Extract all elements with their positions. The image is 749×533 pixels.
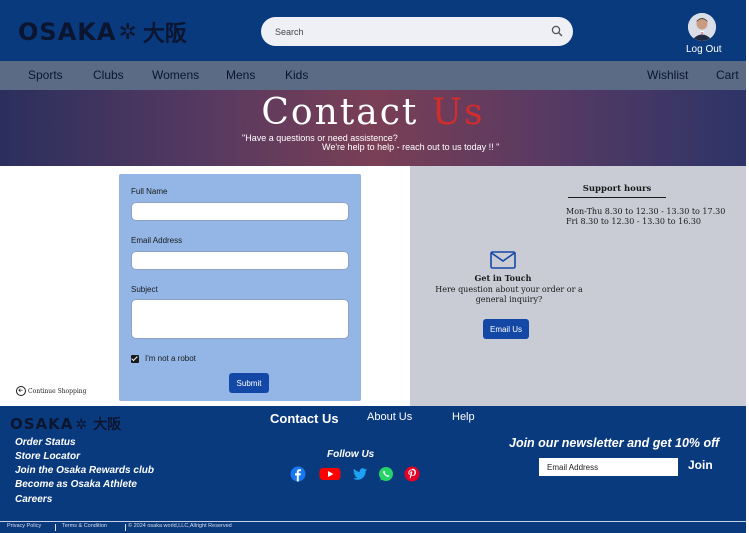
search-input[interactable] [275, 23, 535, 40]
email-us-button[interactable]: Email Us [483, 319, 529, 339]
newsletter-email-input[interactable] [539, 458, 678, 476]
footer-tab-help[interactable]: Help [452, 411, 475, 423]
get-in-touch-text: Here question about your order or a gene… [435, 285, 583, 304]
full-name-field[interactable] [131, 202, 349, 221]
legal-divider [55, 524, 56, 531]
join-button[interactable]: Join [688, 458, 713, 472]
copyright-text: © 2024 osaka world,LLC,Allright Reserved [128, 523, 232, 529]
support-hours-title: Support hours [568, 184, 666, 198]
whatsapp-icon[interactable] [378, 466, 394, 482]
footer-link-order-status[interactable]: Order Status [15, 437, 76, 448]
get-in-touch-title: Get in Touch [474, 273, 532, 283]
twitter-icon[interactable] [352, 466, 368, 482]
robot-checkbox[interactable] [131, 355, 139, 363]
arrow-left-icon [16, 386, 26, 396]
pinterest-icon[interactable] [404, 466, 420, 482]
terms-link[interactable]: Terms & Condition [62, 523, 107, 529]
search-bar [261, 17, 573, 46]
full-name-label: Full Name [131, 187, 168, 196]
email-field[interactable] [131, 251, 349, 270]
facebook-icon[interactable] [290, 466, 306, 482]
footer-tab-contact[interactable]: Contact Us [270, 411, 339, 426]
footer-link-rewards[interactable]: Join the Osaka Rewards club [15, 465, 154, 476]
logout-link[interactable]: Log Out [686, 44, 722, 55]
logo-kanji: 大阪 [93, 417, 122, 433]
header: OSAKA ✲ 大阪 Log Out [0, 0, 746, 61]
hero-banner: Contact Us "Have a questions or need ass… [0, 90, 746, 166]
logo-mark-icon: ✲ [118, 19, 137, 44]
logo-text: OSAKA [18, 18, 117, 46]
robot-label: I'm not a robot [145, 354, 196, 363]
nav-item-sports[interactable]: Sports [28, 68, 63, 82]
contact-form: Full Name Email Address Subject I'm not … [119, 174, 361, 401]
youtube-icon[interactable] [319, 466, 341, 482]
nav-item-mens[interactable]: Mens [226, 68, 255, 82]
nav-item-womens[interactable]: Womens [152, 68, 199, 82]
subject-label: Subject [131, 285, 158, 294]
footer-logo[interactable]: OSAKA ✲ 大阪 [10, 414, 121, 434]
page-title-red: Us [431, 92, 485, 133]
page-title-white: Contact [261, 92, 432, 133]
legal-divider [125, 524, 126, 531]
footer-link-store-locator[interactable]: Store Locator [15, 451, 80, 462]
support-hours-line: Mon-Thu 8.30 to 12.30 - 13.30 to 17.30 [566, 207, 726, 216]
search-icon[interactable] [551, 25, 563, 37]
follow-us-label: Follow Us [327, 449, 375, 460]
support-hours-line: Fri 8.30 to 12.30 - 13.30 to 16.30 [566, 217, 702, 226]
mail-icon [490, 251, 516, 269]
continue-shopping-label: Continue Shopping [28, 387, 87, 395]
privacy-policy-link[interactable]: Privacy Policy [7, 523, 41, 529]
wishlist-link[interactable]: Wishlist [647, 68, 688, 82]
footer: OSAKA ✲ 大阪 Contact Us About Us Help Orde… [0, 406, 746, 521]
category-nav: Sports Clubs Womens Mens Kids Wishlist C… [0, 61, 746, 90]
logo[interactable]: OSAKA ✲ 大阪 [18, 16, 187, 48]
submit-button[interactable]: Submit [229, 373, 269, 393]
logo-text: OSAKA [10, 415, 74, 433]
legal-bar: Privacy Policy Terms & Condition © 2024 … [0, 521, 746, 533]
email-label: Email Address [131, 236, 183, 245]
footer-link-athlete[interactable]: Become as Osaka Athlete [15, 479, 137, 490]
continue-shopping-link[interactable]: Continue Shopping [16, 386, 86, 396]
footer-tab-about[interactable]: About Us [367, 411, 412, 423]
logo-kanji: 大阪 [142, 22, 187, 47]
avatar[interactable] [688, 13, 716, 41]
nav-item-kids[interactable]: Kids [285, 68, 308, 82]
footer-link-careers[interactable]: Careers [15, 494, 52, 505]
page-title: Contact Us [0, 92, 746, 133]
cart-link[interactable]: Cart [716, 68, 739, 82]
user-avatar-icon [688, 13, 716, 41]
newsletter-text: Join our newsletter and get 10% off [509, 436, 720, 450]
logo-mark-icon: ✲ [75, 415, 88, 432]
hero-subtitle: We're help to help - reach out to us tod… [322, 142, 500, 152]
subject-field[interactable] [131, 299, 349, 339]
nav-item-clubs[interactable]: Clubs [93, 68, 124, 82]
